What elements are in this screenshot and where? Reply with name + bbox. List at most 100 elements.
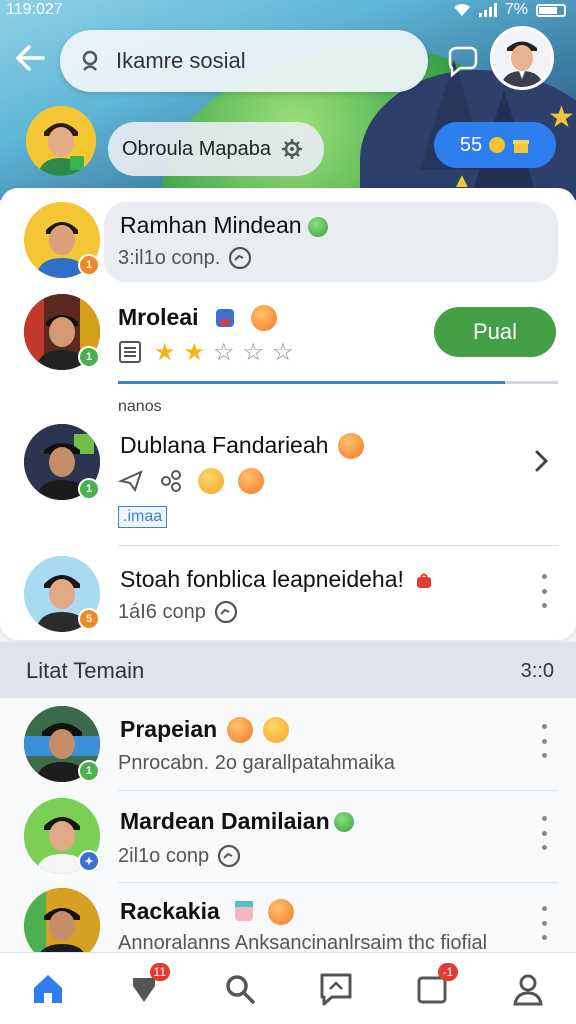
friend-name-text: Mardean Damilaian [120,808,330,834]
nav-notifications[interactable]: -1 [402,959,462,1019]
nav-search[interactable] [210,959,270,1019]
friend-badge: 1 [78,478,100,500]
section-title: Litat Temain [26,658,145,683]
star-filled-icon: ★ [154,339,176,366]
action-button[interactable]: Pual [434,307,556,357]
more-options-icon[interactable] [538,816,550,850]
friend-name: Rackakia [120,898,294,925]
star-empty-icon: ☆ [272,339,294,366]
profile-avatar[interactable] [26,106,96,176]
location-label: Obroula Mapaba [122,137,271,160]
star-decoration-icon: ★ [548,101,575,134]
status-bar: 119:027 7% [0,0,576,22]
friend-status-text: 1áI6 conp [118,600,206,623]
nav-home[interactable] [18,959,78,1019]
battery-percent: 7% [504,1,528,18]
section-count: 3::0 [520,660,554,682]
friend-name: Stoah fonblica leapneideha! [120,566,434,593]
rating-stars: ★ ★ ☆ ☆ ☆ [154,338,294,367]
coins-badge[interactable]: 55 [434,122,556,168]
heart-eyes-emoji-icon [227,716,254,743]
user-avatar[interactable] [490,26,554,90]
section-label: nanos [118,398,162,415]
friend-status: Pnrocabn. 2o garallpatahmaika [118,752,395,775]
wifi-icon [453,4,470,16]
smiley-emoji-icon [263,716,290,743]
chevron-right-icon[interactable] [532,448,552,474]
clock-arrow-icon [229,246,252,270]
nav-profile[interactable] [498,959,558,1019]
more-options-icon[interactable] [538,906,550,940]
home-icon [34,974,62,1003]
friend-name-text: Prapeian [120,716,218,742]
friend-badge: 1 [78,760,100,782]
character-icon [234,900,253,921]
star-empty-icon: ☆ [213,339,235,366]
friend-name: Mardean Damilaian [120,808,354,835]
robot-icon [215,308,234,327]
more-options-icon[interactable] [538,574,550,608]
location-selector[interactable]: Obroula Mapaba [108,122,324,176]
chat-button[interactable] [444,44,480,80]
chat-bubble-icon [448,46,478,78]
blushing-emoji-icon [338,432,365,459]
nav-messages[interactable]: 11 [114,959,174,1019]
progress-fill [118,381,506,384]
star-filled-icon: ★ [183,339,206,366]
battery-icon [536,3,566,17]
friend-name: Dublana Fandarieah [120,432,365,459]
person-avatar-icon [493,29,551,87]
friend-status-text: 3:il1o conp. [118,246,221,269]
list-icon [119,341,141,363]
status-time: 119:027 [6,1,63,18]
send-icon[interactable] [118,468,144,494]
friend-badge: 5 [78,608,100,630]
nav-chat[interactable] [306,959,366,1019]
profile-icon [513,974,543,1005]
search-icon [226,974,255,1004]
online-status-icon [333,811,354,832]
clock-arrow-icon [214,600,237,624]
coin-icon [489,137,506,153]
reaction-row [118,468,264,494]
search-field[interactable]: Ikamre sosial [60,30,428,92]
friend-status: 3:il1o conp. [118,246,252,270]
chat-icon [320,973,352,1005]
friend-name-text: Stoah fonblica leapneideha! [120,566,404,592]
divider [118,882,558,883]
smiley-emoji-icon [198,468,224,494]
friend-status-text: 2il1o conp [118,844,210,867]
search-input[interactable]: Ikamre sosial [116,48,246,74]
blushing-emoji-icon [267,898,294,925]
bag-icon [416,573,431,588]
friend-name: Ramhan Mindean [120,212,328,239]
back-button[interactable] [12,40,48,76]
gear-icon [281,139,302,159]
more-options-icon[interactable] [538,724,550,758]
signal-icon [478,3,497,17]
heart-eyes-emoji-icon [238,468,264,494]
messages-badge: 11 [149,962,170,981]
share-icon[interactable] [158,468,184,494]
friend-badge: 1 [78,346,100,368]
gift-icon [513,140,530,153]
bottom-navigation: 11 -1 [0,952,576,1024]
star-empty-icon: ☆ [242,339,265,366]
heart-eyes-emoji-icon [250,304,277,331]
user-search-icon [82,50,98,71]
divider [118,790,558,791]
notifications-badge: -1 [438,962,458,981]
friend-name: Mroleai [118,304,277,331]
person-avatar-icon [26,106,96,176]
online-status-icon [307,216,328,237]
progress-bar [118,381,558,384]
coin-count: 55 [459,133,483,156]
tag-label[interactable]: .imaa [118,506,168,528]
arrow-left-icon [16,45,45,71]
clock-arrow-icon [218,844,241,868]
friend-name-text: Dublana Fandarieah [120,432,329,458]
friend-status: 2il1o conp [118,844,241,868]
friend-name: Prapeian [120,716,290,743]
friend-badge: 1 [78,254,100,276]
divider [118,545,558,546]
